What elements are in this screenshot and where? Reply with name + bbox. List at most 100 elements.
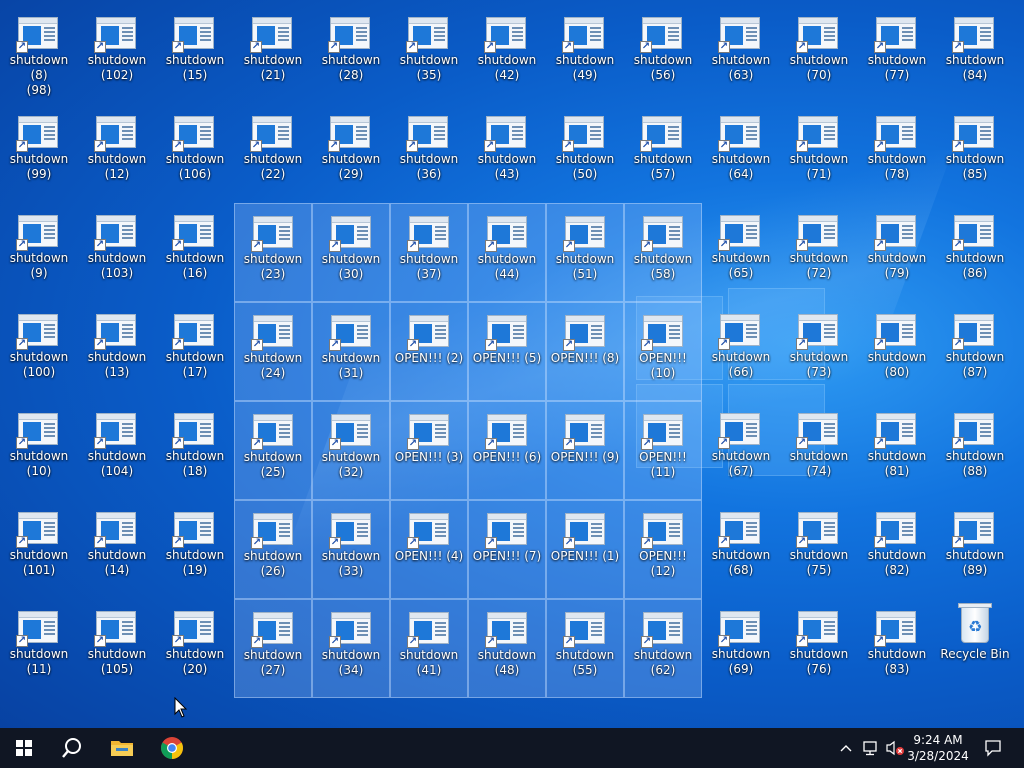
desktop-shortcut[interactable]: ↗ shutdown (50): [546, 104, 624, 203]
desktop-shortcut[interactable]: ↗ shutdown (34): [312, 599, 390, 698]
desktop-shortcut[interactable]: ↗ OPEN!!! (9): [546, 401, 624, 500]
desktop-shortcut[interactable]: ↗ shutdown (56): [624, 5, 702, 104]
desktop-shortcut[interactable]: ↗ shutdown (65): [702, 203, 780, 302]
desktop-shortcut[interactable]: ↗ shutdown (9): [0, 203, 78, 302]
desktop-shortcut[interactable]: ↗ shutdown (28): [312, 5, 390, 104]
desktop-shortcut[interactable]: ↗ shutdown (32): [312, 401, 390, 500]
desktop-shortcut[interactable]: ↗ shutdown (30): [312, 203, 390, 302]
desktop-shortcut[interactable]: ↗ shutdown (17): [156, 302, 234, 401]
desktop-shortcut[interactable]: ↗ shutdown (10): [0, 401, 78, 500]
desktop-shortcut[interactable]: ↗ shutdown (29): [312, 104, 390, 203]
desktop-shortcut[interactable]: ↗ shutdown (22): [234, 104, 312, 203]
desktop-shortcut[interactable]: ↗ shutdown (58): [624, 203, 702, 302]
desktop-shortcut[interactable]: ↗ shutdown (79): [858, 203, 936, 302]
desktop-shortcut[interactable]: ↗ OPEN!!! (5): [468, 302, 546, 401]
desktop-shortcut[interactable]: ↗ OPEN!!! (1): [546, 500, 624, 599]
desktop-shortcut[interactable]: ↗ shutdown (42): [468, 5, 546, 104]
desktop-shortcut[interactable]: ↗ shutdown (25): [234, 401, 312, 500]
desktop-shortcut[interactable]: ↗ shutdown (55): [546, 599, 624, 698]
desktop-shortcut[interactable]: ↗ shutdown (48): [468, 599, 546, 698]
desktop-shortcut[interactable]: ↗ shutdown (24): [234, 302, 312, 401]
desktop-shortcut[interactable]: ↗ shutdown (57): [624, 104, 702, 203]
desktop-shortcut[interactable]: ↗ shutdown (81): [858, 401, 936, 500]
desktop-shortcut[interactable]: ↗ shutdown (12): [78, 104, 156, 203]
show-hidden-icons-button[interactable]: [836, 728, 856, 768]
desktop-shortcut[interactable]: ↗ shutdown (77): [858, 5, 936, 104]
desktop-shortcut[interactable]: ↗ shutdown (80): [858, 302, 936, 401]
desktop-shortcut[interactable]: ↗ shutdown (33): [312, 500, 390, 599]
desktop-shortcut[interactable]: ↗ shutdown (15): [156, 5, 234, 104]
desktop-shortcut[interactable]: ↗ OPEN!!! (6): [468, 401, 546, 500]
desktop-shortcut[interactable]: ↗ shutdown (44): [468, 203, 546, 302]
desktop-shortcut[interactable]: ↗ shutdown (75): [780, 500, 858, 599]
desktop-shortcut[interactable]: ↗ shutdown (66): [702, 302, 780, 401]
desktop-shortcut[interactable]: ↗ shutdown (85): [936, 104, 1014, 203]
desktop-shortcut[interactable]: ↗ shutdown (73): [780, 302, 858, 401]
desktop-shortcut[interactable]: ↗ shutdown (63): [702, 5, 780, 104]
notification-center-button[interactable]: [978, 728, 1008, 768]
desktop-shortcut[interactable]: ↗ shutdown (74): [780, 401, 858, 500]
desktop-shortcut[interactable]: ↗ shutdown (70): [780, 5, 858, 104]
desktop-shortcut[interactable]: ↗ shutdown (19): [156, 500, 234, 599]
taskbar-file-explorer[interactable]: [98, 728, 146, 768]
desktop-shortcut[interactable]: ↗ shutdown (16): [156, 203, 234, 302]
desktop-shortcut[interactable]: ↗ shutdown (69): [702, 599, 780, 698]
desktop-shortcut[interactable]: ↗ shutdown (35): [390, 5, 468, 104]
desktop-shortcut[interactable]: ↗ shutdown (13): [78, 302, 156, 401]
desktop-shortcut[interactable]: ↗ shutdown (31): [312, 302, 390, 401]
desktop-shortcut[interactable]: ↗ shutdown (71): [780, 104, 858, 203]
desktop-shortcut[interactable]: ↗ shutdown (86): [936, 203, 1014, 302]
desktop-shortcut[interactable]: ↗ shutdown (14): [78, 500, 156, 599]
desktop[interactable]: ↗ shutdown (8) (98) ↗ shutdown (102) ↗ shutdo…: [0, 0, 1024, 728]
desktop-shortcut[interactable]: ↗ shutdown (101): [0, 500, 78, 599]
desktop-shortcut[interactable]: ↗ shutdown (27): [234, 599, 312, 698]
desktop-shortcut[interactable]: ↗ shutdown (76): [780, 599, 858, 698]
desktop-shortcut[interactable]: ↗ shutdown (20): [156, 599, 234, 698]
desktop-shortcut[interactable]: ↗ shutdown (99): [0, 104, 78, 203]
taskbar-clock[interactable]: 9:24 AM 3/28/2024: [902, 730, 974, 766]
desktop-shortcut[interactable]: ↗ shutdown (51): [546, 203, 624, 302]
taskbar-chrome[interactable]: [148, 728, 196, 768]
desktop-shortcut[interactable]: ↗ shutdown (18): [156, 401, 234, 500]
desktop-shortcut[interactable]: ↗ shutdown (72): [780, 203, 858, 302]
desktop-shortcut[interactable]: ↗ shutdown (26): [234, 500, 312, 599]
desktop-shortcut[interactable]: ↗ shutdown (43): [468, 104, 546, 203]
desktop-shortcut[interactable]: ↗ shutdown (62): [624, 599, 702, 698]
desktop-shortcut[interactable]: ↗ shutdown (89): [936, 500, 1014, 599]
desktop-shortcut[interactable]: ↗ shutdown (102): [78, 5, 156, 104]
desktop-shortcut[interactable]: ↗ OPEN!!! (7): [468, 500, 546, 599]
desktop-shortcut[interactable]: ↗ shutdown (87): [936, 302, 1014, 401]
desktop-shortcut[interactable]: ↗ shutdown (106): [156, 104, 234, 203]
desktop-shortcut[interactable]: ↗ shutdown (8) (98): [0, 5, 78, 104]
desktop-shortcut[interactable]: ↗ shutdown (88): [936, 401, 1014, 500]
recycle-bin-desktop-icon[interactable]: ♻ Recycle Bin: [936, 599, 1014, 698]
desktop-shortcut[interactable]: ↗ shutdown (36): [390, 104, 468, 203]
search-button[interactable]: [48, 728, 96, 768]
desktop-shortcut[interactable]: ↗ OPEN!!! (4): [390, 500, 468, 599]
desktop-shortcut[interactable]: ↗ shutdown (41): [390, 599, 468, 698]
desktop-shortcut[interactable]: ↗ shutdown (23): [234, 203, 312, 302]
desktop-shortcut[interactable]: ↗ OPEN!!! (10): [624, 302, 702, 401]
desktop-shortcut[interactable]: ↗ OPEN!!! (12): [624, 500, 702, 599]
desktop-shortcut[interactable]: ↗ shutdown (49): [546, 5, 624, 104]
start-button[interactable]: [0, 728, 48, 768]
desktop-shortcut[interactable]: ↗ shutdown (68): [702, 500, 780, 599]
desktop-shortcut[interactable]: ↗ shutdown (11): [0, 599, 78, 698]
desktop-shortcut[interactable]: ↗ shutdown (21): [234, 5, 312, 104]
desktop-shortcut[interactable]: ↗ shutdown (64): [702, 104, 780, 203]
desktop-shortcut[interactable]: ↗ shutdown (37): [390, 203, 468, 302]
network-button[interactable]: [860, 728, 882, 768]
desktop-shortcut[interactable]: ↗ shutdown (83): [858, 599, 936, 698]
desktop-shortcut[interactable]: ↗ OPEN!!! (8): [546, 302, 624, 401]
desktop-shortcut[interactable]: ↗ shutdown (103): [78, 203, 156, 302]
desktop-shortcut[interactable]: ↗ shutdown (105): [78, 599, 156, 698]
desktop-shortcut[interactable]: ↗ shutdown (82): [858, 500, 936, 599]
desktop-shortcut[interactable]: ↗ shutdown (67): [702, 401, 780, 500]
desktop-shortcut[interactable]: ↗ OPEN!!! (11): [624, 401, 702, 500]
desktop-shortcut[interactable]: ↗ shutdown (100): [0, 302, 78, 401]
desktop-shortcut[interactable]: ↗ OPEN!!! (3): [390, 401, 468, 500]
desktop-shortcut[interactable]: ↗ shutdown (78): [858, 104, 936, 203]
desktop-shortcut[interactable]: ↗ shutdown (104): [78, 401, 156, 500]
desktop-shortcut[interactable]: ↗ shutdown (84): [936, 5, 1014, 104]
desktop-shortcut[interactable]: ↗ OPEN!!! (2): [390, 302, 468, 401]
